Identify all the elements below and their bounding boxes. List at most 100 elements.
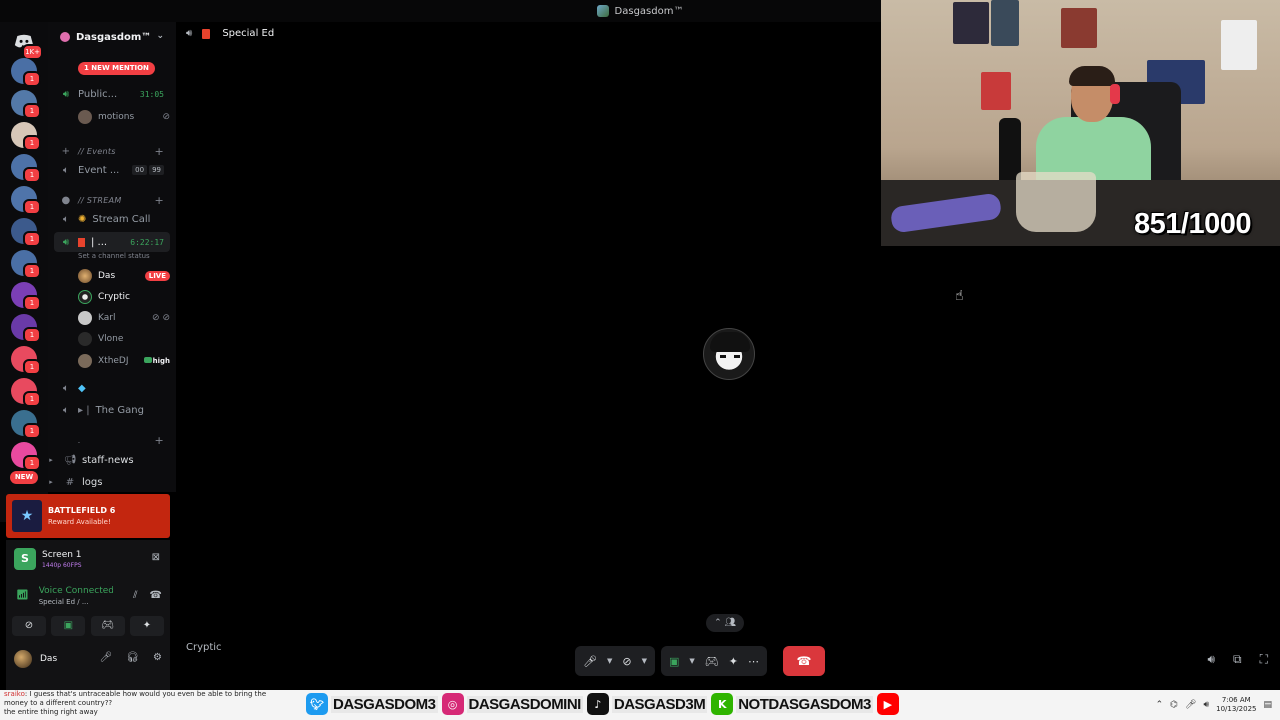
soundboard-button[interactable]: ✦ <box>129 616 164 636</box>
unread-badge: 1 <box>23 359 41 375</box>
call-header: 🔊︎ Special Ed <box>186 28 274 39</box>
category-more[interactable]: . + <box>48 430 176 450</box>
social-handle: NOTDASGASDOM3 <box>736 695 873 713</box>
chevron-down-icon[interactable]: ▼ <box>607 657 612 665</box>
screen-share-button[interactable]: ▣ <box>51 616 86 636</box>
server-icon-10[interactable]: 1 <box>11 346 41 375</box>
popout-icon[interactable]: ⧉ <box>1233 652 1242 667</box>
star-icon: ★ <box>12 500 42 532</box>
headphones-icon[interactable]: 🎧︎ <box>126 652 139 663</box>
announcement-icon: 📢︎ <box>64 454 77 466</box>
server-icon-6[interactable]: 1 <box>11 218 41 247</box>
chevron-down-icon[interactable]: ▼ <box>689 657 694 665</box>
share-controls: ▣ ▼ 🎮︎ ✦ ⋯ <box>660 646 767 676</box>
chevron-down-icon[interactable]: ⌄ <box>156 31 164 41</box>
channel-event[interactable]: 🔈︎ Event ... 00 99 <box>48 160 176 180</box>
server-icon-5[interactable]: 1 <box>11 186 41 215</box>
microphone-button[interactable]: 🎤︎ <box>583 655 597 668</box>
volume-icon[interactable]: 🔊︎ <box>1207 652 1215 667</box>
server-header[interactable]: Dasgasdom™ ⌄ <box>48 22 176 52</box>
speaker-tray-icon[interactable]: 🔊︎ <box>1203 700 1209 710</box>
chevron-down-icon[interactable]: ▼ <box>642 657 647 665</box>
camera-off-button[interactable]: ⊘ <box>622 655 631 668</box>
voice-user-das[interactable]: Das LIVE <box>78 266 172 286</box>
add-channel-icon[interactable]: + <box>154 434 164 447</box>
microphone-icon[interactable]: 🎤︎ <box>100 652 113 663</box>
voice-user-motions[interactable]: motions ⊘ <box>78 107 172 127</box>
add-channel-icon[interactable]: + <box>154 194 164 207</box>
network-icon[interactable]: ⌬ <box>1170 700 1178 710</box>
channel-the-gang[interactable]: 🔈︎ ▸ | The Gang <box>48 400 176 420</box>
add-channel-icon[interactable]: + <box>154 145 164 158</box>
channel-label: staff-news <box>82 454 134 466</box>
server-icon-4[interactable]: 1 <box>11 154 41 183</box>
disconnect-button[interactable]: ☎ <box>782 646 825 676</box>
category-events[interactable]: + // Events + <box>48 141 176 161</box>
new-servers-pill[interactable]: NEW <box>10 471 38 484</box>
social-tiktok: ♪ DASGASD3M <box>586 693 708 715</box>
noise-suppression-icon[interactable]: ⫽ <box>133 590 137 601</box>
voice-user-xthedj[interactable]: XtheDJ high <box>78 351 172 371</box>
fullscreen-icon[interactable]: ⛶ <box>1260 652 1268 667</box>
channel-logs[interactable]: ▸ # logs <box>48 472 176 492</box>
server-icon-13[interactable]: 1 <box>11 442 41 471</box>
channel-public[interactable]: 🔊︎ Public... 31:05 <box>48 84 176 104</box>
more-options-button[interactable]: ⋯ <box>748 655 759 668</box>
server-icon-2[interactable]: 1 <box>11 90 41 119</box>
new-mention-pill[interactable]: 1 NEW MENTION <box>78 62 155 75</box>
channel-diamond[interactable]: 🔈︎ ◆ <box>48 378 176 398</box>
food-container <box>1016 172 1096 232</box>
stream-preview[interactable]: S Screen 1 1440p 60FPS <box>14 548 82 570</box>
channel-emoji-icon <box>202 28 211 39</box>
game-promo-banner[interactable]: ★ BATTLEFIELD 6 Reward Available! <box>6 494 170 538</box>
social-handle: DASGASDOMINI <box>466 695 583 713</box>
chevron-up-icon[interactable]: ⌃ <box>1156 700 1164 710</box>
kick-icon: K <box>711 693 734 715</box>
voice-user-cryptic[interactable]: Cryptic <box>78 287 172 307</box>
avatar <box>14 650 32 668</box>
voice-user-vlone[interactable]: Vlone <box>78 329 172 349</box>
channel-special-ed[interactable]: 🔊︎ | ... 6:22:17 <box>54 232 170 252</box>
unread-badge: 1 <box>23 135 41 151</box>
audio-controls: 🎤︎ ▼ ⊘ ▼ <box>575 646 655 676</box>
gear-icon[interactable]: ⚙ <box>153 652 162 663</box>
social-youtube: ▶ <box>876 693 899 715</box>
participant-avatar-cryptic[interactable] <box>703 328 755 380</box>
headset <box>1110 84 1120 104</box>
tile-name-label: Cryptic <box>186 642 222 653</box>
unread-dot-icon: ▸ <box>49 478 53 486</box>
disconnect-icon[interactable]: ☎ <box>150 590 162 601</box>
avatar <box>78 269 92 283</box>
server-icon-12[interactable]: 1 <box>11 410 41 439</box>
voice-user-karl[interactable]: Karl ⊘ ⊘ <box>78 308 172 328</box>
voice-connection[interactable]: 📶︎ Voice Connected Special Ed / ... <box>16 586 113 606</box>
activity-button[interactable]: 🎮︎ <box>705 655 719 668</box>
home-button[interactable]: 1K+ <box>11 28 43 60</box>
channel-stream-call[interactable]: 🔈︎ ✺ Stream Call <box>48 209 176 229</box>
channel-emoji-icon: ▸ | <box>78 404 90 416</box>
camera-off-button[interactable]: ⊘ <box>12 616 46 636</box>
server-icon-3[interactable]: 1 <box>11 122 41 151</box>
social-kick: K NOTDASGASDOM3 <box>711 693 873 715</box>
stop-stream-icon[interactable]: ⊠ <box>152 552 160 563</box>
unread-badge: 1 <box>23 391 41 407</box>
notification-icon[interactable]: ▤ <box>1263 700 1272 710</box>
avatar <box>78 290 92 304</box>
set-channel-status[interactable]: Set a channel status <box>78 252 150 260</box>
channel-staff-news[interactable]: ▸ 📢︎ staff-news <box>48 450 176 470</box>
screen-share-button[interactable]: ▣ <box>669 655 679 668</box>
soundboard-button[interactable]: ✦ <box>729 655 738 668</box>
show-participants-button[interactable]: ⌃ 👥︎ <box>706 614 744 632</box>
activity-button[interactable]: 🎮︎ <box>90 616 125 636</box>
server-icon-1[interactable]: 1 <box>11 58 41 87</box>
server-icon-11[interactable]: 1 <box>11 378 41 407</box>
microphone-tray-icon[interactable]: 🎤︎ <box>1185 700 1196 710</box>
voice-channel: Special Ed / ... <box>38 598 89 606</box>
user-area[interactable]: Das 🎤︎ 🎧︎ ⚙ <box>14 650 164 668</box>
clock[interactable]: 7:06 AM 10/13/2025 <box>1216 696 1256 714</box>
server-icon-9[interactable]: 1 <box>11 314 41 343</box>
channel-timer: 6:22:17 <box>130 237 164 247</box>
category-stream[interactable]: ● // STREAM + <box>48 190 176 210</box>
server-icon-7[interactable]: 1 <box>11 250 41 279</box>
server-icon-8[interactable]: 1 <box>11 282 41 311</box>
